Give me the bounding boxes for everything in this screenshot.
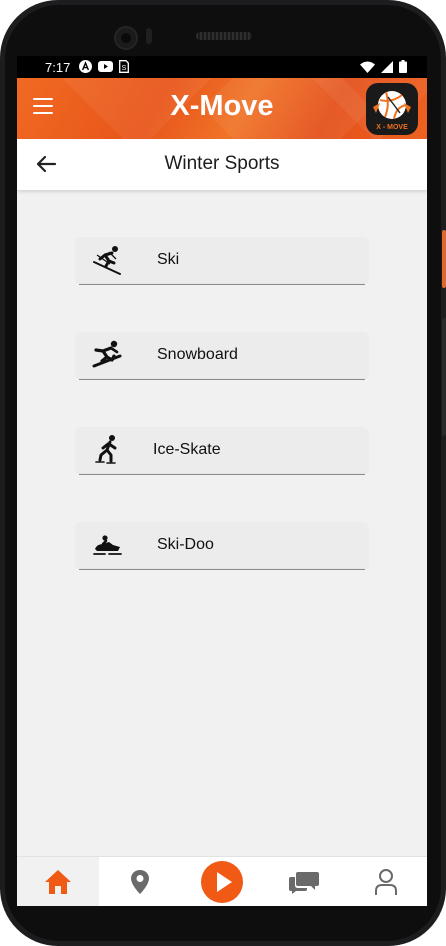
home-icon [45,870,71,894]
sport-item-ice-skate[interactable]: Ice-Skate [75,427,369,475]
bottom-navigation [17,856,427,906]
page-header: Winter Sports [17,139,427,190]
play-icon [217,872,232,892]
ice-skater-icon [95,435,117,464]
item-underline [79,473,365,475]
tab-location[interactable] [99,857,181,906]
sim-icon: S [119,60,129,73]
tab-chat[interactable] [263,857,345,906]
sport-item-snowboard[interactable]: Snowboard [75,332,369,380]
sport-item-label: Ski-Doo [157,536,214,553]
app-logo[interactable]: X - MOVE [366,83,418,135]
sport-item-label: Ski [157,251,180,268]
item-underline [79,283,365,285]
sport-item-label: Ice-Skate [153,441,221,458]
tab-profile[interactable] [345,857,427,906]
svg-text:S: S [122,65,127,72]
item-underline [79,568,365,570]
logo-text: X - MOVE [376,124,408,131]
status-time: 7:17 [45,60,71,75]
chat-icon [289,872,319,894]
camera-sensor [146,28,152,44]
play-button[interactable] [201,861,243,903]
user-icon [375,869,397,895]
power-button [442,230,446,288]
skier-icon [93,246,121,275]
earpiece-speaker [196,32,252,40]
tab-home[interactable] [17,857,99,906]
location-pin-icon [131,870,149,894]
screen: 7:17 S X-Move X - MOVE Winter Sports Ski… [17,56,427,906]
sport-item-label: Snowboard [157,346,238,363]
wifi-icon [360,61,375,73]
youtube-icon [98,61,113,72]
item-underline [79,378,365,380]
snowmobile-icon [93,535,122,555]
front-camera [114,26,138,50]
app-header: X-Move X - MOVE [17,78,427,139]
volume-button [442,318,446,436]
tab-play[interactable] [181,857,263,906]
battery-icon [399,60,407,73]
page-title: Winter Sports [164,153,280,174]
sport-item-ski-doo[interactable]: Ski-Doo [75,522,369,570]
phone-frame: 7:17 S X-Move X - MOVE Winter Sports Ski… [0,0,446,946]
notification-icons: S [79,60,129,73]
status-bar: 7:17 S [17,56,427,78]
notification-a-icon [79,60,92,73]
snowboarder-icon [92,340,122,368]
sport-item-ski[interactable]: Ski [75,237,369,285]
signal-icon [381,60,393,73]
system-icons [360,60,407,73]
